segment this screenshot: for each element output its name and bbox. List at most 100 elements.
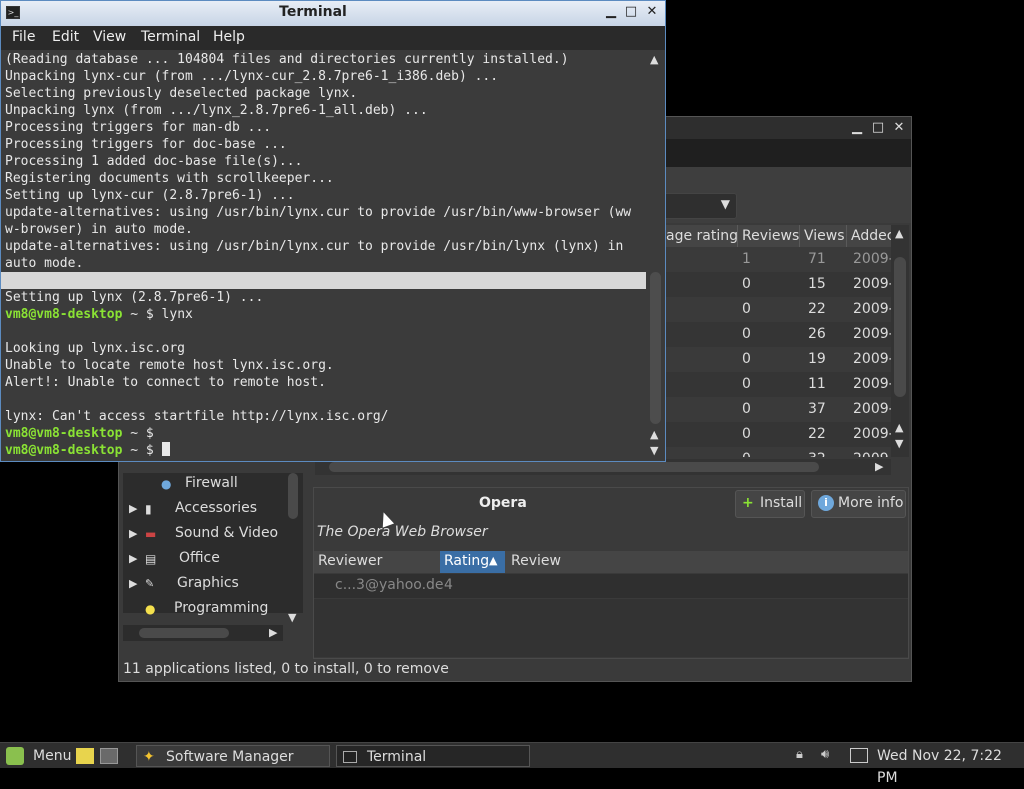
terminal-launcher-icon[interactable] bbox=[100, 748, 118, 764]
menu-terminal[interactable]: Terminal bbox=[141, 29, 200, 45]
rating-cell: 4 bbox=[444, 577, 453, 593]
column-header-added[interactable]: Addec bbox=[847, 225, 892, 247]
terminal-titlebar[interactable]: >_ Terminal ▁ □ ✕ bbox=[1, 1, 665, 26]
minimize-icon[interactable]: ▁ bbox=[603, 4, 619, 19]
reviews-cell: 0 bbox=[742, 326, 751, 342]
scroll-down-icon[interactable]: ▼ bbox=[650, 444, 658, 457]
scroll-up-icon[interactable]: ▲ bbox=[650, 53, 658, 66]
reviews-cell: 1 bbox=[742, 251, 751, 267]
category-item-accessories[interactable]: ▶ ▮ Accessories bbox=[123, 498, 288, 522]
scroll-thumb[interactable] bbox=[650, 272, 661, 424]
network-icon[interactable] bbox=[850, 748, 868, 763]
column-header-rating[interactable]: age rating bbox=[662, 225, 738, 247]
maximize-icon[interactable]: □ bbox=[623, 4, 639, 19]
command-text: lynx bbox=[161, 307, 193, 322]
table-row[interactable]: 0 19 2009- bbox=[662, 347, 894, 372]
expander-icon[interactable]: ▶ bbox=[129, 527, 137, 540]
column-header-views[interactable]: Views bbox=[800, 225, 847, 247]
table-row[interactable]: 0 11 2009- bbox=[662, 372, 894, 397]
added-cell: 2009- bbox=[853, 276, 894, 292]
category-label: Accessories bbox=[175, 500, 258, 516]
column-header-rating-sorted[interactable]: Rating ▲ bbox=[440, 551, 505, 573]
prompt-user: vm8@vm8-desktop bbox=[5, 443, 123, 458]
reviews-cell: 0 bbox=[742, 447, 751, 457]
output-line: update-alternatives: using /usr/bin/lynx… bbox=[5, 239, 624, 254]
table-row[interactable]: 1 71 2009- bbox=[662, 247, 894, 272]
table-row[interactable]: 0 15 2009- bbox=[662, 272, 894, 297]
category-item-office[interactable]: ▶ ▤ Office bbox=[123, 548, 288, 572]
menu-button[interactable]: Menu bbox=[4, 745, 72, 767]
menu-view[interactable]: View bbox=[93, 29, 126, 45]
output-line: Looking up lynx.isc.org bbox=[5, 341, 186, 356]
scroll-up-icon[interactable]: ▲ bbox=[895, 421, 903, 434]
close-icon[interactable]: ✕ bbox=[889, 118, 909, 138]
table-vertical-scrollbar[interactable]: ▲ ▲ ▼ bbox=[891, 225, 909, 457]
scroll-right-icon[interactable]: ▶ bbox=[875, 460, 883, 473]
column-header-reviews[interactable]: Reviews bbox=[738, 225, 800, 247]
terminal-output[interactable]: (Reading database ... 104804 files and d… bbox=[1, 50, 646, 461]
table-row[interactable]: 0 26 2009- bbox=[662, 322, 894, 347]
output-line: Selecting previously deselected package … bbox=[5, 86, 358, 101]
scroll-thumb[interactable] bbox=[139, 628, 229, 638]
category-item-firewall[interactable]: ● Firewall bbox=[123, 473, 288, 497]
expander-icon[interactable]: ▶ bbox=[129, 502, 137, 515]
prompt-path: ~ $ bbox=[122, 426, 162, 441]
table-row[interactable]: 0 22 2009- bbox=[662, 297, 894, 322]
scroll-down-icon[interactable]: ▼ bbox=[895, 437, 903, 450]
app-name: Opera bbox=[479, 495, 527, 511]
column-header-reviewer[interactable]: Reviewer bbox=[318, 553, 382, 569]
category-item-sound-video[interactable]: ▶ ▬ Sound & Video bbox=[123, 523, 288, 547]
clock[interactable]: Wed Nov 22, 7:22 PM bbox=[877, 745, 1024, 786]
expander-icon[interactable]: ▶ bbox=[129, 577, 137, 590]
added-cell: 2009- bbox=[853, 326, 894, 342]
plus-icon: + bbox=[742, 495, 754, 511]
terminal-scrollbar[interactable]: ▲ ▲ ▼ bbox=[646, 50, 665, 461]
more-info-button[interactable]: i More info bbox=[811, 490, 906, 518]
filter-dropdown[interactable]: ▼ bbox=[659, 193, 737, 219]
review-row[interactable]: c...3@yahoo.de 4 bbox=[314, 574, 908, 598]
scroll-thumb[interactable] bbox=[329, 462, 819, 472]
category-item-programming[interactable]: ● Programming bbox=[123, 598, 288, 622]
reviews-cell: 0 bbox=[742, 351, 751, 367]
output-line: (Reading database ... 104804 files and d… bbox=[5, 52, 569, 67]
scroll-down-icon[interactable]: ▼ bbox=[288, 611, 296, 624]
category-label: Graphics bbox=[177, 575, 239, 591]
table-row[interactable]: 0 22 2009- bbox=[662, 422, 894, 447]
table-row[interactable]: 0 32 2009- bbox=[662, 447, 894, 457]
scroll-thumb[interactable] bbox=[894, 257, 906, 397]
output-line: Setting up lynx (2.8.7pre6-1) ... bbox=[5, 290, 264, 305]
reviews-cell: 0 bbox=[742, 376, 751, 392]
terminal-window: >_ Terminal ▁ □ ✕ File Edit View Termina… bbox=[0, 0, 666, 462]
table-row[interactable]: 0 37 2009- bbox=[662, 397, 894, 422]
category-horizontal-scrollbar[interactable]: ▶ bbox=[123, 625, 283, 641]
scroll-right-icon[interactable]: ▶ bbox=[269, 626, 277, 639]
lock-icon[interactable]: 🔒︎ bbox=[796, 747, 803, 762]
views-cell: 32 bbox=[808, 447, 826, 457]
output-line: Unpacking lynx (from .../lynx_2.8.7pre6-… bbox=[5, 103, 428, 118]
maximize-icon[interactable]: □ bbox=[868, 118, 888, 138]
scroll-up-icon[interactable]: ▲ bbox=[650, 428, 658, 441]
office-icon: ▤ bbox=[145, 552, 157, 566]
scroll-up-icon[interactable]: ▲ bbox=[895, 227, 903, 240]
install-button[interactable]: + Install bbox=[735, 490, 805, 518]
category-item-graphics[interactable]: ▶ ✎ Graphics bbox=[123, 573, 288, 597]
volume-icon[interactable]: 🔊︎ bbox=[821, 747, 829, 762]
prompt-line: vm8@vm8-desktop ~ $ lynx bbox=[5, 306, 193, 323]
output-line: Processing triggers for man-db ... bbox=[5, 120, 272, 135]
taskbar-task-software-manager[interactable]: ✦ Software Manager bbox=[136, 745, 330, 767]
task-label: Terminal bbox=[367, 749, 427, 765]
menu-help[interactable]: Help bbox=[213, 29, 245, 45]
scroll-thumb[interactable] bbox=[288, 473, 298, 519]
close-icon[interactable]: ✕ bbox=[644, 4, 660, 19]
output-line: Setting up lynx-cur (2.8.7pre6-1) ... bbox=[5, 188, 295, 203]
taskbar-task-terminal[interactable]: Terminal bbox=[336, 745, 530, 767]
terminal-icon bbox=[343, 751, 357, 763]
column-header-review[interactable]: Review bbox=[511, 553, 561, 569]
menu-edit[interactable]: Edit bbox=[52, 29, 79, 45]
text-editor-launcher-icon[interactable] bbox=[76, 748, 94, 764]
expander-icon[interactable]: ▶ bbox=[129, 552, 137, 565]
menu-file[interactable]: File bbox=[12, 29, 35, 45]
added-cell: 2009- bbox=[853, 401, 894, 417]
minimize-icon[interactable]: ▁ bbox=[847, 118, 867, 138]
category-vertical-scrollbar[interactable]: ▼ bbox=[285, 473, 301, 624]
